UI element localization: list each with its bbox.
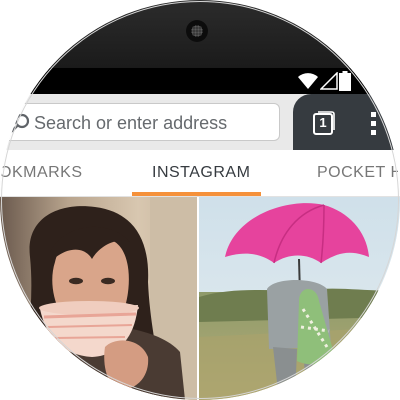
search-icon xyxy=(10,113,30,133)
earpiece-speaker xyxy=(186,20,208,42)
photo-woman-with-cup xyxy=(0,197,197,400)
photo-tile[interactable] xyxy=(199,197,400,400)
tab-bookmarks[interactable]: OKMARKS xyxy=(0,164,83,182)
battery-icon xyxy=(339,71,351,91)
photo-pink-umbrella xyxy=(199,197,400,400)
phone-bezel xyxy=(0,0,400,70)
panel-tab-strip: OKMARKS INSTAGRAM POCKET HI xyxy=(0,150,400,198)
status-bar xyxy=(0,68,400,94)
tabs-counter-button[interactable]: 1 xyxy=(306,106,342,140)
url-bar[interactable]: Search or enter address xyxy=(0,103,280,141)
menu-dot xyxy=(371,121,376,126)
url-placeholder: Search or enter address xyxy=(34,113,228,133)
tab-count: 1 xyxy=(319,115,327,130)
magnified-screen: Search or enter address 1 OKMARKS INSTAG… xyxy=(0,0,400,400)
wifi-icon xyxy=(298,73,318,89)
photo-tile[interactable] xyxy=(0,197,197,400)
signal-icon xyxy=(320,72,338,90)
menu-dot xyxy=(371,112,376,117)
tab-instagram[interactable]: INSTAGRAM xyxy=(152,164,250,182)
menu-dot xyxy=(371,130,376,135)
magnifier-lens: Search or enter address 1 OKMARKS INSTAG… xyxy=(0,0,400,400)
photo-grid xyxy=(0,197,400,400)
tab-pocket-history[interactable]: POCKET HI xyxy=(317,164,400,182)
menu-icon[interactable] xyxy=(362,106,386,140)
